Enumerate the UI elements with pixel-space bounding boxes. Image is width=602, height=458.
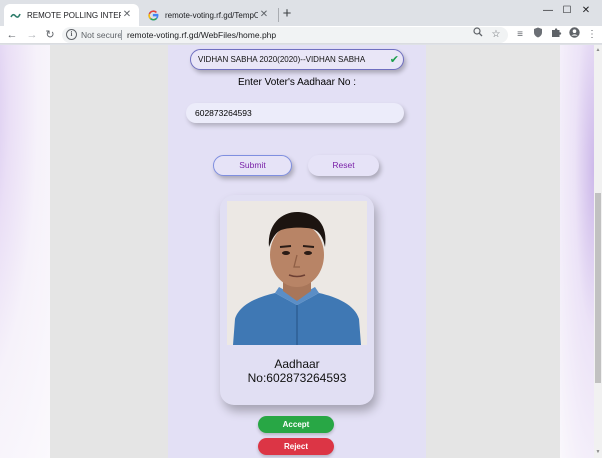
puzzle-icon[interactable] (548, 27, 564, 43)
url-text[interactable]: remote-voting.rf.gd/WebFiles/home.php (127, 27, 276, 43)
tab-remote-polling[interactable]: REMOTE POLLING INTERFACE ✕ (4, 4, 139, 26)
google-g-icon (148, 9, 159, 21)
new-tab-button[interactable]: + (280, 6, 294, 22)
election-select[interactable]: VIDHAN SABHA 2020(2020)--VIDHAN SABHA ✔ (190, 49, 404, 70)
accept-button[interactable]: Accept (258, 416, 334, 433)
divider (121, 30, 122, 40)
extension-shield-icon[interactable] (530, 27, 546, 43)
checkmark-icon: ✔ (389, 54, 399, 66)
profile-icon[interactable] (566, 27, 582, 43)
tab-title: REMOTE POLLING INTERFACE (27, 10, 121, 20)
election-select-value: VIDHAN SABHA 2020(2020)--VIDHAN SABHA (198, 55, 366, 64)
wave-icon (10, 10, 21, 21)
close-window-button[interactable]: ✕ (568, 0, 602, 22)
address-bar[interactable]: i Not secure remote-voting.rf.gd/WebFile… (62, 27, 508, 43)
tab-strip: REMOTE POLLING INTERFACE ✕ remote-voting… (0, 0, 602, 26)
close-icon[interactable]: ✕ (121, 9, 133, 21)
reading-list-icon[interactable]: ≡ (512, 27, 528, 43)
vertical-scrollbar[interactable]: ▲ ▼ (594, 45, 602, 458)
tab-title: remote-voting.rf.gd/TempOtp.ph (165, 10, 258, 20)
info-icon[interactable]: i (66, 29, 77, 40)
background-decoration-left (0, 45, 50, 458)
voter-card: Aadhaar No:602873264593 (220, 195, 374, 405)
forward-arrow-icon[interactable]: → (24, 27, 40, 43)
background-decoration-right (560, 45, 594, 458)
aadhaar-caption: Aadhaar No:602873264593 (220, 357, 374, 385)
search-icon[interactable] (471, 27, 485, 43)
back-arrow-icon[interactable]: ← (4, 27, 20, 43)
tab-temp-otp[interactable]: remote-voting.rf.gd/TempOtp.ph ✕ (142, 4, 276, 26)
tab-separator (278, 8, 279, 22)
aadhaar-caption-title: Aadhaar (274, 357, 320, 371)
more-menu-icon[interactable]: ⋮ (584, 27, 600, 43)
page-viewport: VIDHAN SABHA 2020(2020)--VIDHAN SABHA ✔ … (0, 45, 602, 458)
reset-button[interactable]: Reset (308, 155, 379, 176)
browser-toolbar: ← → ↻ i Not secure remote-voting.rf.gd/W… (0, 26, 602, 44)
scrollbar-thumb[interactable] (595, 193, 601, 383)
submit-button[interactable]: Submit (213, 155, 292, 176)
aadhaar-number-input[interactable] (186, 103, 404, 123)
security-label: Not secure (81, 30, 123, 40)
reload-icon[interactable]: ↻ (42, 27, 58, 43)
close-icon[interactable]: ✕ (258, 9, 270, 21)
scroll-up-arrow-icon[interactable]: ▲ (594, 47, 602, 53)
aadhaar-caption-number: No:602873264593 (247, 371, 347, 385)
voter-aadhaar-label: Enter Voter's Aadhaar No : (237, 77, 357, 88)
star-icon[interactable]: ☆ (489, 27, 503, 43)
scroll-down-arrow-icon[interactable]: ▼ (594, 449, 602, 455)
voter-photo (227, 201, 367, 345)
reject-button[interactable]: Reject (258, 438, 334, 455)
